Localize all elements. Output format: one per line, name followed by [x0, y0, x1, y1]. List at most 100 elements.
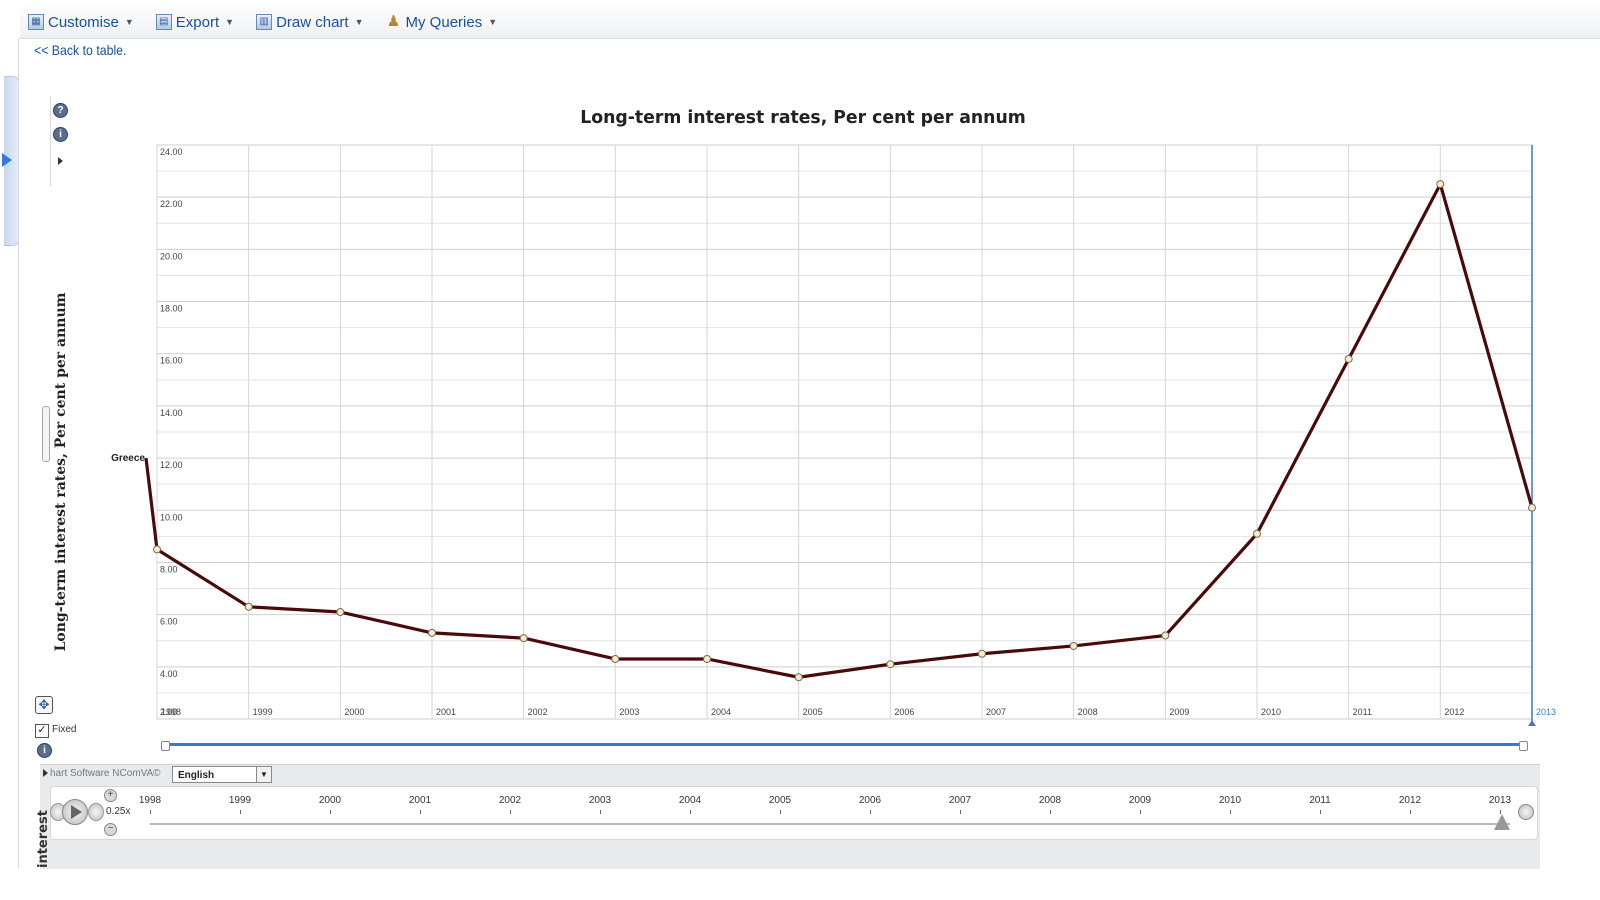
data-point[interactable]: [428, 628, 436, 637]
range-slider-end-handle[interactable]: [1519, 741, 1528, 751]
software-credit: hart Software NComVA©: [50, 768, 161, 779]
timeline-tick: [960, 810, 961, 814]
x-tick-label: 2004: [711, 707, 731, 717]
x-tick-label: 2011: [1353, 707, 1372, 717]
data-point[interactable]: [244, 602, 253, 611]
y-tick-label: 6.00: [160, 617, 178, 627]
timeline-year-label[interactable]: 1999: [229, 795, 251, 806]
data-point[interactable]: [1344, 354, 1353, 363]
timeline-tick: [1050, 810, 1051, 814]
language-value: English: [178, 770, 215, 781]
y-tick-label: 8.00: [160, 564, 178, 574]
series-label: Greece: [111, 453, 145, 464]
x-tick-label: 2001: [436, 707, 456, 717]
data-point[interactable]: [611, 654, 620, 663]
y-tick-label: 18.00: [160, 304, 183, 314]
timeline-tick: [780, 810, 781, 814]
y-tick-label: 16.00: [160, 356, 183, 366]
timeline-year-label[interactable]: 2004: [679, 795, 701, 806]
y-tick-label: 12.00: [160, 460, 183, 470]
timeline-tick: [600, 810, 601, 814]
vertical-label: interest: [36, 810, 51, 868]
timeline-year-label[interactable]: 2013: [1489, 795, 1511, 806]
timeline-year-label[interactable]: 2010: [1219, 795, 1241, 806]
timeline-track[interactable]: [150, 823, 1510, 825]
range-slider[interactable]: [164, 743, 1524, 746]
x-tick-label: 2000: [344, 707, 364, 717]
timeline-tick: [870, 810, 871, 814]
x-tick-label: 2010: [1261, 707, 1281, 717]
current-year-arrow-icon: [1528, 720, 1536, 726]
timeline-tick: [240, 810, 241, 814]
x-tick-label: 2007: [986, 707, 1006, 717]
timeline-thumb[interactable]: [1494, 814, 1510, 830]
y-tick-label: 24.00: [160, 147, 183, 157]
x-tick-label: 2003: [619, 707, 639, 717]
caret-right-icon[interactable]: [43, 769, 48, 777]
data-point[interactable]: [703, 654, 711, 663]
data-point[interactable]: [1436, 180, 1445, 189]
data-point[interactable]: [1161, 631, 1170, 640]
data-point[interactable]: [1069, 641, 1078, 650]
x-tick-label: 2012: [1444, 707, 1464, 717]
y-tick-label: 20.00: [160, 251, 183, 261]
speed-up-icon[interactable]: +: [104, 789, 117, 802]
x-tick-label: 2006: [894, 707, 914, 717]
data-point[interactable]: [153, 545, 161, 554]
timeline-year-label[interactable]: 2008: [1039, 795, 1061, 806]
timeline-tick: [1140, 810, 1141, 814]
info-icon[interactable]: i: [37, 743, 52, 758]
timeline-year-label[interactable]: 2011: [1309, 795, 1331, 806]
data-point[interactable]: [519, 634, 528, 643]
speed-down-icon[interactable]: −: [104, 823, 117, 836]
timeline-year-label[interactable]: 2009: [1129, 795, 1151, 806]
data-point[interactable]: [978, 649, 986, 658]
timeline-year-label[interactable]: 2006: [859, 795, 881, 806]
timeline-year-label[interactable]: 2001: [409, 795, 431, 806]
language-select[interactable]: English ▼: [172, 766, 272, 783]
timeline-tick: [330, 810, 331, 814]
grid: [156, 144, 1533, 723]
chart-title: Long-term interest rates, Per cent per a…: [580, 108, 1025, 128]
timeline-year-label[interactable]: 2002: [499, 795, 521, 806]
timeline-year-label[interactable]: 2005: [769, 795, 791, 806]
timeline-tick: [1320, 810, 1321, 814]
move-icon[interactable]: ✥: [35, 696, 53, 714]
data-point[interactable]: [886, 660, 895, 669]
x-tick-label: 2013: [1536, 707, 1556, 717]
timeline-tick: [1410, 810, 1411, 814]
x-tick-label: 1999: [253, 707, 273, 717]
timeline-tick: [1230, 810, 1231, 814]
loop-icon[interactable]: [1518, 804, 1534, 820]
y-tick-label: 22.00: [160, 199, 183, 209]
x-tick-label: 1998: [161, 707, 181, 717]
timeline-tick: [510, 810, 511, 814]
timeline-year-label[interactable]: 1998: [139, 795, 161, 806]
data-point[interactable]: [1253, 529, 1261, 538]
x-tick-label: 2005: [803, 707, 823, 717]
line-chart: Long-term interest rates, Per cent per a…: [53, 108, 1556, 726]
chevron-down-icon: ▼: [256, 767, 271, 782]
play-button[interactable]: [62, 799, 88, 825]
x-tick-label: 2002: [528, 707, 548, 717]
step-forward-button[interactable]: [88, 803, 104, 821]
x-tick-label: 2009: [1169, 707, 1189, 717]
timeline-year-label[interactable]: 2012: [1399, 795, 1421, 806]
timeline-year-label[interactable]: 2000: [319, 795, 341, 806]
data-point[interactable]: [1528, 503, 1536, 512]
timeline-tick: [420, 810, 421, 814]
timeline-tick: [690, 810, 691, 814]
y-tick-label: 14.00: [160, 408, 183, 418]
timeline-year-label[interactable]: 2007: [949, 795, 971, 806]
fixed-checkbox[interactable]: ✓: [35, 724, 49, 738]
y-tick-label: 4.00: [160, 669, 178, 679]
y-axis-label: Long-term interest rates, Per cent per a…: [53, 292, 69, 651]
fixed-label: Fixed: [52, 724, 77, 735]
data-point[interactable]: [336, 608, 345, 617]
data-point[interactable]: [794, 673, 803, 682]
speed-label: 0.25x: [106, 806, 131, 817]
timeline-year-label[interactable]: 2003: [589, 795, 611, 806]
range-slider-start-handle[interactable]: [161, 741, 170, 751]
timeline-tick: [150, 810, 151, 814]
x-tick-label: 2008: [1078, 707, 1098, 717]
